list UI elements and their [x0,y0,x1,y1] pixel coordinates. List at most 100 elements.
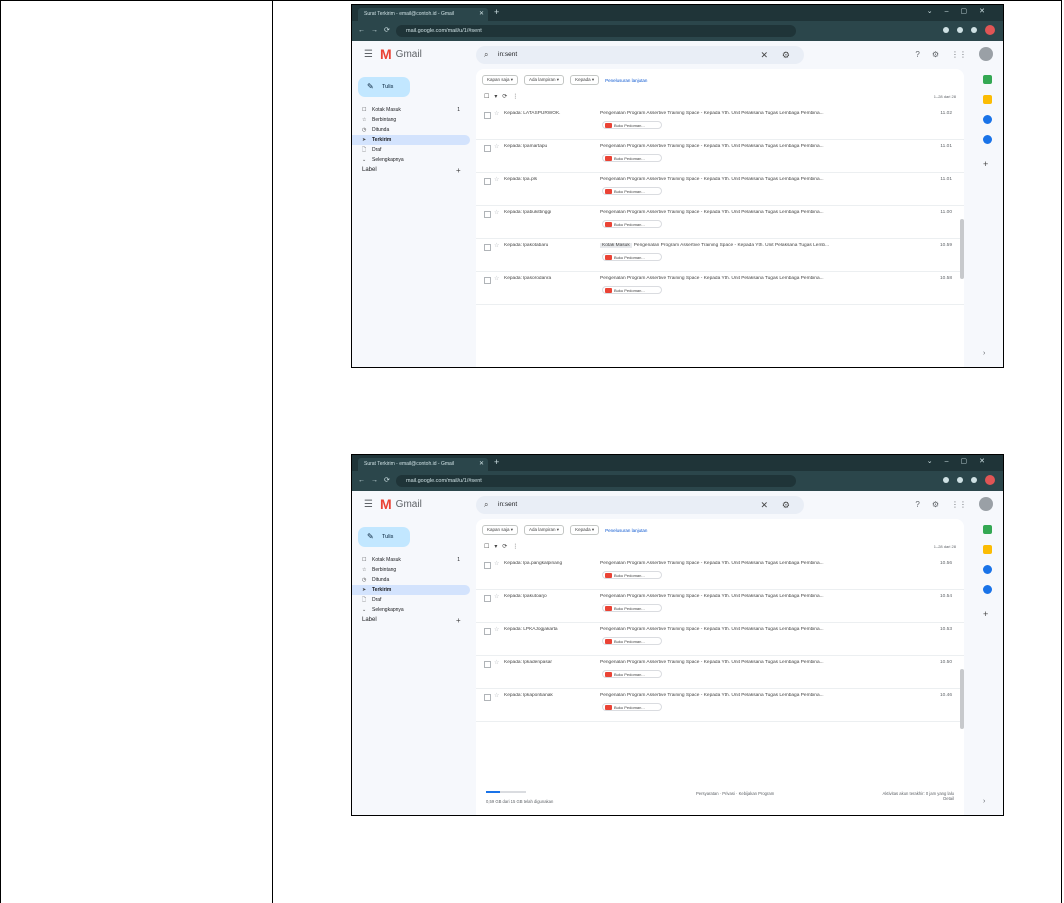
star-icon[interactable]: ☆ [494,242,499,249]
mail-row[interactable]: ☆ Kepada: lpkapontianak Pengenalan Program… [476,689,964,722]
row-checkbox[interactable] [484,112,491,119]
add-addon-icon[interactable]: + [983,609,988,619]
contacts-icon[interactable] [983,135,992,144]
sidebar-item[interactable]: ⌄ Selengkapnya [352,605,470,615]
mail-row[interactable]: ☆ Kepada: lpasorodanra Pengenalan Program … [476,272,964,305]
filter-chip[interactable]: Kapan saja ▾ [482,525,519,535]
sidebar-item[interactable]: ➤ Terkirim [352,585,470,595]
filter-chip[interactable]: Kepada ▾ [570,525,600,535]
browser-tab[interactable]: Surat Terkirim - email@contoh.id - Gmail… [358,458,488,471]
browser-tab[interactable]: Surat Terkirim - email@contoh.id - Gmail… [358,8,488,21]
window-controls[interactable]: ⌄–▢✕ [927,7,997,15]
star-icon[interactable]: ☆ [494,275,499,282]
search-icon[interactable]: ⌕ [484,496,488,514]
sidebar-item[interactable]: ◷ Ditunda [352,125,470,135]
extension-icons[interactable] [943,475,995,485]
gmail-logo[interactable]: M Gmail [380,47,422,61]
address-bar[interactable]: mail.google.com/mail/u/1/#sent [396,25,796,37]
filter-chip[interactable]: Ada lampiran ▾ [524,75,565,85]
settings-icon[interactable]: ⚙ [932,50,939,59]
star-icon[interactable]: ☆ [494,626,499,633]
clear-search-icon[interactable]: ✕ [760,496,768,514]
settings-icon[interactable]: ⚙ [932,500,939,509]
tasks-icon[interactable] [983,115,992,124]
sidebar-item[interactable]: ⌄ Selengkapnya [352,155,470,165]
list-toolbar-icons[interactable]: ☐▾⟳⋮ [484,93,523,100]
row-checkbox[interactable] [484,595,491,602]
row-checkbox[interactable] [484,562,491,569]
row-checkbox[interactable] [484,694,491,701]
mail-row[interactable]: ☆ Kepada: LPKAJogjakarta Pengenalan Progra… [476,623,964,656]
star-icon[interactable]: ☆ [494,692,499,699]
new-tab-icon[interactable]: + [494,457,499,467]
row-checkbox[interactable] [484,628,491,635]
sidebar-item[interactable]: ☐ Kotak Masuk 1 [352,105,470,115]
chevron-right-icon[interactable]: › [983,350,992,359]
mail-row[interactable]: ☆ Kepada: lpa.pls Pengenalan Program Asser… [476,173,964,206]
row-checkbox[interactable] [484,661,491,668]
attachment-chip[interactable]: Buku Pedoman... [602,154,662,162]
help-icon[interactable]: ? [915,500,919,509]
navigation-icons[interactable]: ←→⟳ [358,476,396,484]
sidebar-item[interactable]: ➤ Terkirim [352,135,470,145]
chevron-right-icon[interactable]: › [983,798,992,807]
search-options-icon[interactable]: ⚙ [782,46,790,64]
navigation-icons[interactable]: ←→⟳ [358,26,396,34]
search-icon[interactable]: ⌕ [484,46,488,64]
star-icon[interactable]: ☆ [494,143,499,150]
keep-icon[interactable] [983,545,992,554]
window-controls[interactable]: ⌄–▢✕ [927,457,997,465]
details-link[interactable]: Detail [883,796,954,801]
avatar[interactable] [979,497,993,511]
sidebar-item[interactable]: ☆ Berbintang [352,565,470,575]
tasks-icon[interactable] [983,565,992,574]
mail-row[interactable]: ☆ Kepada: lpa.pangkalpinang Pengenalan Pro… [476,557,964,590]
mail-row[interactable]: ☆ Kepada: lpakutoarjo Pengenalan Program A… [476,590,964,623]
menu-icon[interactable]: ☰ [364,499,373,510]
star-icon[interactable]: ☆ [494,593,499,600]
attachment-chip[interactable]: Buku Pedoman... [602,253,662,261]
star-icon[interactable]: ☆ [494,560,499,567]
attachment-chip[interactable]: Buku Pedoman... [602,703,662,711]
sidebar-item[interactable]: ◷ Ditunda [352,575,470,585]
keep-icon[interactable] [983,95,992,104]
add-label-icon[interactable]: + [456,616,461,625]
help-icon[interactable]: ? [915,50,919,59]
mail-row[interactable]: ☆ Kepada: lpkadenpasar Pengenalan Program … [476,656,964,689]
filter-chip[interactable]: Ada lampiran ▾ [524,525,565,535]
scrollbar[interactable] [960,669,964,729]
attachment-chip[interactable]: Buku Pedoman... [602,286,662,294]
attachment-chip[interactable]: Buku Pedoman... [602,187,662,195]
star-icon[interactable]: ☆ [494,176,499,183]
star-icon[interactable]: ☆ [494,659,499,666]
mail-row[interactable]: ☆ Kepada: lpakotabaru Kotak Masuk Pengenala… [476,239,964,272]
compose-button[interactable]: ✎ Tulis [358,77,410,97]
scrollbar[interactable] [960,219,964,279]
footer-links[interactable]: Persyaratan · Privasi · Kebijakan Progra… [696,791,774,796]
contacts-icon[interactable] [983,585,992,594]
star-icon[interactable]: ☆ [494,209,499,216]
row-checkbox[interactable] [484,244,491,251]
mail-row[interactable]: ☆ Kepada: LATASPURWOK. Pengenalan Program … [476,107,964,140]
attachment-chip[interactable]: Buku Pedoman... [602,220,662,228]
search-options-icon[interactable]: ⚙ [782,496,790,514]
address-bar[interactable]: mail.google.com/mail/u/1/#sent [396,475,796,487]
row-checkbox[interactable] [484,145,491,152]
attachment-chip[interactable]: Buku Pedoman... [602,670,662,678]
mail-row[interactable]: ☆ Kepada: lpabukittinggi Pengenalan Progra… [476,206,964,239]
search-input[interactable]: in:sent [498,46,517,64]
search-bar[interactable]: ⌕ in:sent ✕ ⚙ [476,496,804,514]
new-tab-icon[interactable]: + [494,7,499,17]
row-checkbox[interactable] [484,277,491,284]
row-checkbox[interactable] [484,211,491,218]
mail-row[interactable]: ☆ Kepada: lpamartapu Pengenalan Program As… [476,140,964,173]
sidebar-item[interactable]: 🗋 Draf [352,595,470,605]
attachment-chip[interactable]: Buku Pedoman... [602,637,662,645]
star-icon[interactable]: ☆ [494,110,499,117]
filter-chip[interactable]: Kapan saja ▾ [482,75,519,85]
sidebar-item[interactable]: 🗋 Draf [352,145,470,155]
add-addon-icon[interactable]: + [983,159,988,169]
add-label-icon[interactable]: + [456,166,461,175]
attachment-chip[interactable]: Buku Pedoman... [602,604,662,612]
attachment-chip[interactable]: Buku Pedoman... [602,571,662,579]
